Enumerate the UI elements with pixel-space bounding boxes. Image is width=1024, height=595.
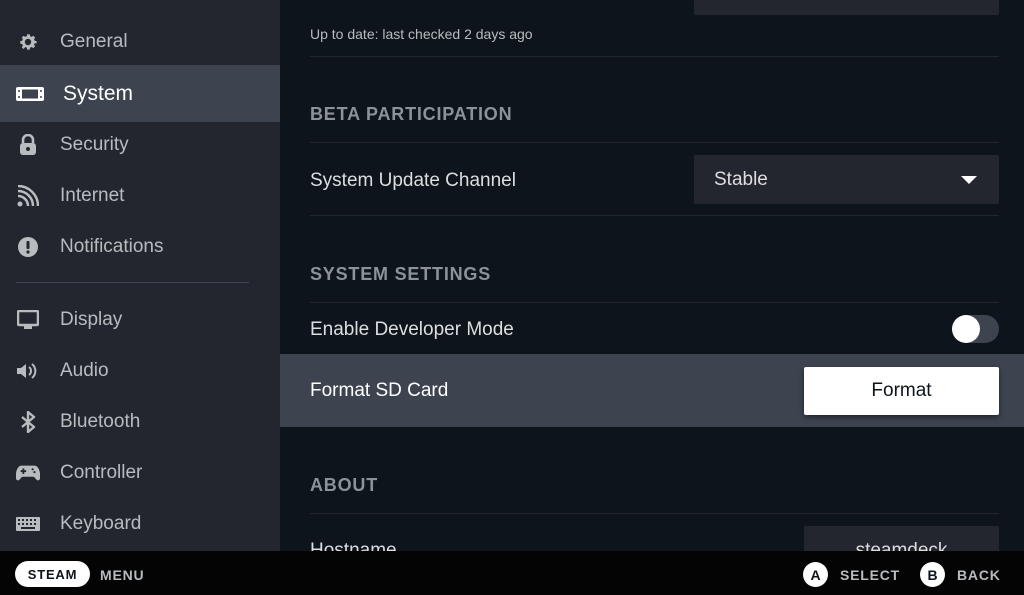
sidebar-item-label: Internet: [60, 184, 125, 206]
section-heading-about: ABOUT: [310, 475, 378, 495]
gamepad-icon: [16, 461, 40, 485]
gear-icon: [16, 30, 40, 54]
monitor-icon: [16, 308, 40, 332]
sidebar-item-controller[interactable]: Controller: [0, 447, 280, 498]
sidebar-item-label: System: [63, 81, 134, 105]
update-control-partial[interactable]: [694, 0, 999, 15]
sidebar-item-display[interactable]: Display: [0, 294, 280, 345]
bluetooth-icon: [16, 410, 40, 434]
hostname-label: Hostname: [310, 540, 397, 551]
a-button-icon: A: [803, 562, 828, 587]
developer-mode-toggle[interactable]: [952, 315, 999, 343]
footer-bar: STEAM MENU A SELECT B BACK: [0, 551, 1024, 595]
sidebar-item-internet[interactable]: Internet: [0, 170, 280, 221]
sidebar-item-label: Notifications: [60, 235, 164, 257]
menu-label: MENU: [100, 567, 145, 583]
back-label[interactable]: BACK: [957, 567, 1001, 583]
update-channel-dropdown[interactable]: Stable: [694, 155, 999, 204]
handheld-device-icon: [16, 82, 44, 106]
alert-icon: [16, 235, 40, 259]
sidebar-item-general[interactable]: General: [0, 16, 280, 67]
divider: [310, 513, 999, 514]
sidebar-item-bluetooth[interactable]: Bluetooth: [0, 396, 280, 447]
divider: [310, 142, 999, 143]
b-button-icon: B: [920, 562, 945, 587]
sidebar-item-label: General: [60, 30, 128, 52]
format-sd-card-row[interactable]: Format SD Card Format: [280, 354, 1024, 427]
sidebar-item-keyboard[interactable]: Keyboard: [0, 498, 280, 549]
hostname-value: steamdeck: [855, 540, 948, 551]
sidebar-item-audio[interactable]: Audio: [0, 345, 280, 396]
sidebar-item-label: Controller: [60, 461, 143, 483]
settings-sidebar: General System Security Internet Notific…: [0, 0, 280, 551]
update-channel-label: System Update Channel: [310, 170, 516, 191]
sidebar-item-label: Security: [60, 133, 129, 155]
sidebar-item-system[interactable]: System: [0, 65, 280, 122]
sidebar-item-label: Audio: [60, 359, 109, 381]
sidebar-item-notifications[interactable]: Notifications: [0, 221, 280, 272]
section-heading-system-settings: SYSTEM SETTINGS: [310, 264, 492, 284]
settings-content: Up to date: last checked 2 days ago BETA…: [280, 0, 1024, 551]
divider: [310, 215, 999, 216]
update-status-text: Up to date: last checked 2 days ago: [310, 26, 533, 42]
update-channel-value: Stable: [714, 169, 768, 190]
sidebar-item-label: Bluetooth: [60, 410, 141, 432]
toggle-knob: [952, 315, 980, 343]
select-label[interactable]: SELECT: [840, 567, 900, 583]
speaker-icon: [16, 359, 40, 383]
wifi-signal-icon: [16, 184, 40, 208]
chevron-down-icon: [961, 176, 977, 184]
sidebar-divider: [16, 282, 249, 283]
divider: [310, 302, 999, 303]
keyboard-icon: [16, 512, 40, 536]
format-sd-card-label: Format SD Card: [310, 380, 449, 401]
format-button[interactable]: Format: [804, 367, 999, 415]
sidebar-item-security[interactable]: Security: [0, 119, 280, 170]
sidebar-item-label: Keyboard: [60, 512, 142, 534]
developer-mode-label: Enable Developer Mode: [310, 319, 514, 340]
lock-icon: [16, 133, 40, 157]
sidebar-item-label: Display: [60, 308, 123, 330]
section-heading-beta: BETA PARTICIPATION: [310, 104, 513, 124]
hostname-field[interactable]: steamdeck: [804, 526, 999, 551]
divider: [310, 56, 999, 57]
steam-button[interactable]: STEAM: [15, 561, 90, 587]
